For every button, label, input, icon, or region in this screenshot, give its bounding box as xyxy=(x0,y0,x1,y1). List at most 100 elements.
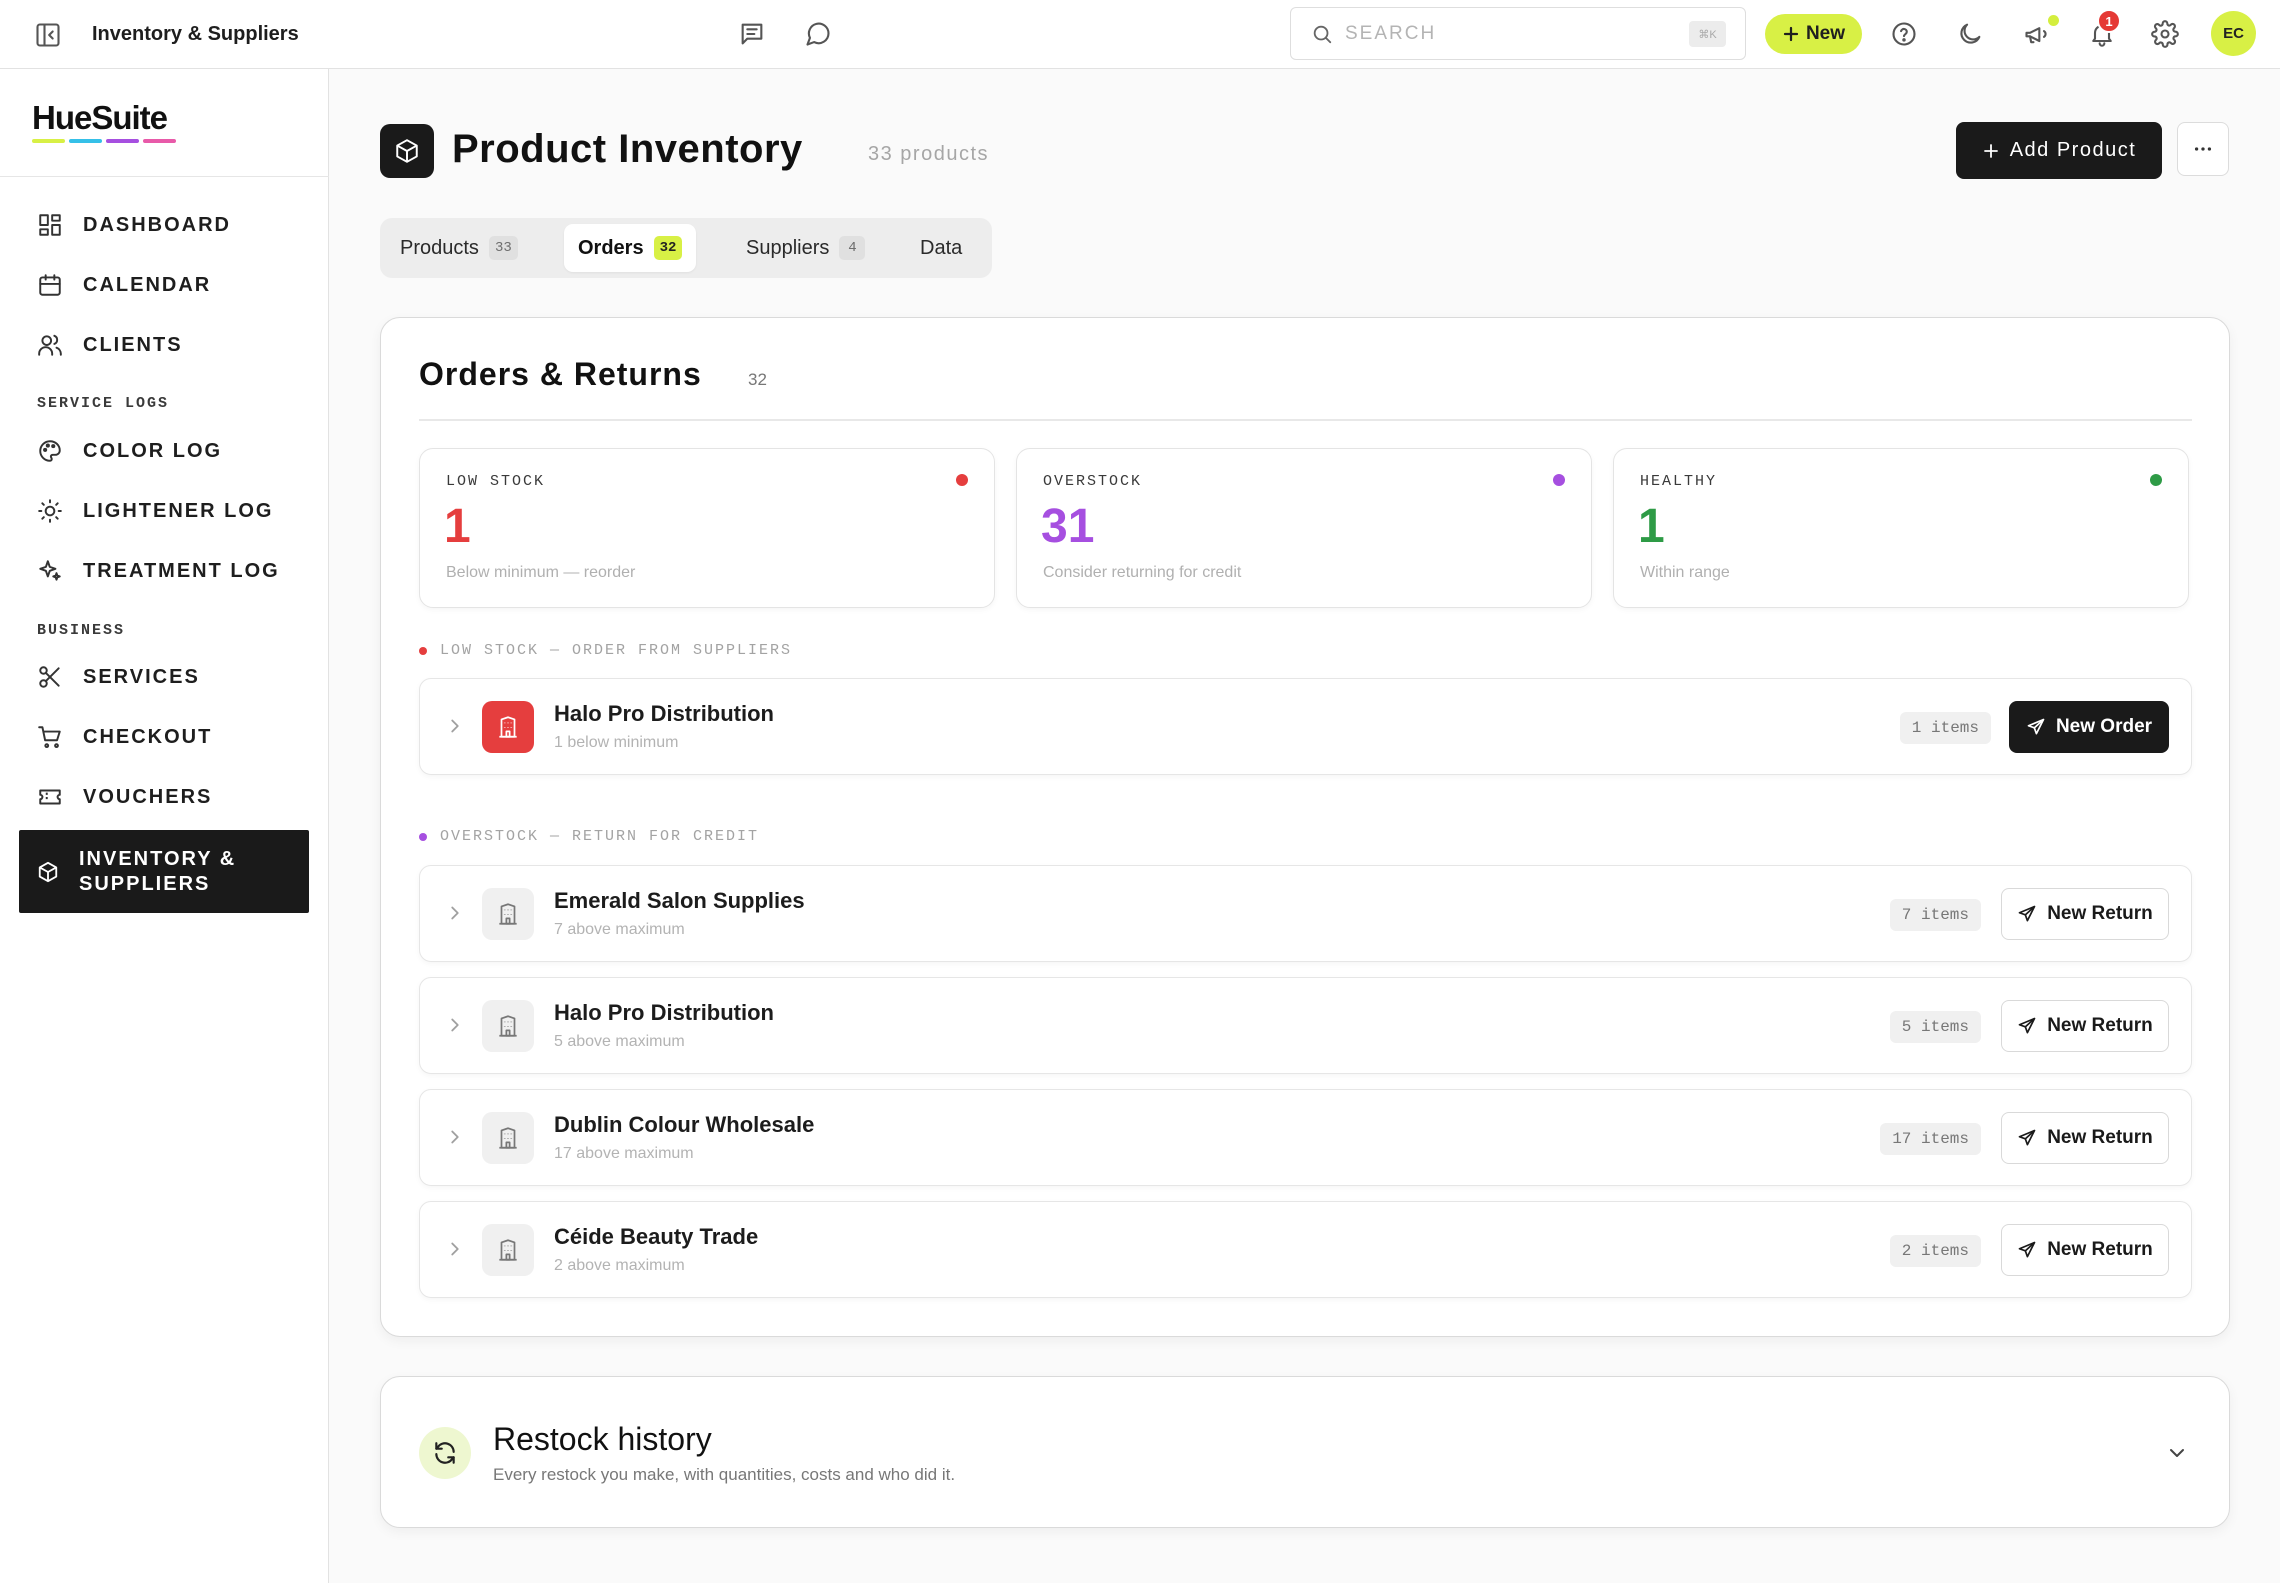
group-label-overstock: OVERSTOCK — RETURN FOR CREDIT xyxy=(419,828,759,845)
sidebar-item-vouchers[interactable]: VOUCHERS xyxy=(19,772,309,822)
restock-title: Restock history xyxy=(493,1421,712,1457)
tab-products[interactable]: Products 33 xyxy=(386,224,532,272)
chat-icon[interactable] xyxy=(803,19,833,49)
gear-icon[interactable] xyxy=(2150,19,2180,49)
supplier-name: Emerald Salon Supplies xyxy=(554,888,805,913)
help-icon[interactable] xyxy=(1889,19,1919,49)
tab-bar: Products 33 Orders 32 Suppliers 4 Data xyxy=(380,218,992,278)
supplier-row[interactable]: Emerald Salon Supplies 7 above maximum 7… xyxy=(419,865,2192,962)
new-return-button[interactable]: New Return xyxy=(2001,1112,2169,1164)
new-button[interactable]: New xyxy=(1765,14,1862,54)
send-icon xyxy=(2017,1240,2037,1260)
tab-orders[interactable]: Orders 32 xyxy=(564,224,697,272)
messages-icon[interactable] xyxy=(737,19,767,49)
announcement-dot xyxy=(2048,15,2059,26)
add-product-label: Add Product xyxy=(2009,139,2137,161)
restock-history-panel[interactable]: Restock history Every restock you make, … xyxy=(380,1376,2230,1528)
supplier-row[interactable]: Halo Pro Distribution 1 below minimum 1 … xyxy=(419,678,2192,775)
status-dot xyxy=(956,474,968,486)
section-count: 32 xyxy=(748,370,767,389)
stat-value: 1 xyxy=(1638,500,1665,553)
tab-label: Orders xyxy=(578,236,644,259)
stat-value: 31 xyxy=(1041,500,1095,553)
sidebar-item-color-log[interactable]: COLOR LOG xyxy=(19,426,309,476)
send-icon xyxy=(2017,1016,2037,1036)
sidebar-item-lightener-log[interactable]: LIGHTENER LOG xyxy=(19,486,309,536)
search-shortcut: ⌘K xyxy=(1689,21,1726,47)
top-bar: Inventory & Suppliers SEARCH ⌘K New 1 EC xyxy=(0,0,2280,69)
button-label: New Return xyxy=(2047,1239,2153,1260)
product-inventory-icon xyxy=(380,124,434,178)
supplier-row[interactable]: Dublin Colour Wholesale 17 above maximum… xyxy=(419,1089,2192,1186)
building-icon xyxy=(482,1112,534,1164)
supplier-row[interactable]: Céide Beauty Trade 2 above maximum 2 ite… xyxy=(419,1201,2192,1298)
sidebar-item-label: CHECKOUT xyxy=(83,725,213,748)
tab-data[interactable]: Data xyxy=(906,224,976,272)
tab-label: Products xyxy=(400,236,479,259)
stat-card-low-stock[interactable]: LOW STOCK 1 Below minimum — reorder xyxy=(419,448,995,608)
page-title: Product Inventory xyxy=(452,127,803,171)
avatar[interactable]: EC xyxy=(2211,11,2256,56)
status-dot xyxy=(419,832,427,841)
group-label-low-stock: LOW STOCK — ORDER FROM SUPPLIERS xyxy=(419,642,792,659)
new-return-button[interactable]: New Return xyxy=(2001,1000,2169,1052)
sidebar-item-treatment-log[interactable]: TREATMENT LOG xyxy=(19,546,309,596)
sidebar-item-inventory-suppliers[interactable]: INVENTORY & SUPPLIERS xyxy=(19,830,309,913)
chevron-right-icon[interactable] xyxy=(444,1238,466,1260)
orders-returns-card: Orders & Returns 32 LOW STOCK 1 Below mi… xyxy=(380,317,2230,1337)
product-count: 33 products xyxy=(868,143,990,165)
items-count-badge: 17 items xyxy=(1880,1123,1981,1155)
chevron-right-icon[interactable] xyxy=(444,715,466,737)
new-order-button[interactable]: New Order xyxy=(2009,701,2169,753)
new-return-button[interactable]: New Return xyxy=(2001,1224,2169,1276)
logo[interactable]: HueSuite xyxy=(32,101,176,143)
sidebar-item-label: COLOR LOG xyxy=(83,439,223,462)
sidebar-item-label: VOUCHERS xyxy=(83,785,213,808)
moon-icon[interactable] xyxy=(1955,19,1985,49)
sidebar-item-services[interactable]: SERVICES xyxy=(19,652,309,702)
group-label-text: LOW STOCK — ORDER FROM SUPPLIERS xyxy=(440,642,793,659)
stat-card-healthy[interactable]: HEALTHY 1 Within range xyxy=(1613,448,2189,608)
building-icon xyxy=(482,1000,534,1052)
chevron-right-icon[interactable] xyxy=(444,1126,466,1148)
new-return-button[interactable]: New Return xyxy=(2001,888,2169,940)
calendar-icon xyxy=(37,272,63,298)
tab-label: Suppliers xyxy=(746,236,830,259)
stat-value: 1 xyxy=(444,500,471,553)
sidebar-item-label: CALENDAR xyxy=(83,273,212,296)
supplier-status: 5 above maximum xyxy=(554,1033,685,1050)
sidebar-item-calendar[interactable]: CALENDAR xyxy=(19,260,309,310)
stat-description: Consider returning for credit xyxy=(1043,564,1242,581)
logo-color-bars xyxy=(32,139,176,143)
sidebar-toggle-icon[interactable] xyxy=(34,21,62,49)
button-label: New Order xyxy=(2055,716,2153,737)
send-icon xyxy=(2017,1128,2037,1148)
building-icon xyxy=(482,888,534,940)
sidebar-item-label: CLIENTS xyxy=(83,333,183,356)
supplier-row[interactable]: Halo Pro Distribution 5 above maximum 5 … xyxy=(419,977,2192,1074)
supplier-name: Halo Pro Distribution xyxy=(554,1000,774,1025)
sidebar-item-clients[interactable]: CLIENTS xyxy=(19,320,309,370)
megaphone-icon[interactable] xyxy=(2022,19,2052,49)
tab-suppliers[interactable]: Suppliers 4 xyxy=(732,224,879,272)
items-count-badge: 2 items xyxy=(1889,1235,1981,1267)
items-count-badge: 5 items xyxy=(1889,1011,1981,1043)
stat-description: Within range xyxy=(1640,564,1730,581)
supplier-status: 17 above maximum xyxy=(554,1145,694,1162)
chevron-right-icon[interactable] xyxy=(444,1014,466,1036)
stat-description: Below minimum — reorder xyxy=(446,564,636,581)
sidebar-item-label: SERVICES xyxy=(83,665,200,688)
section-business: BUSINESS xyxy=(37,622,126,639)
search-icon xyxy=(1311,23,1333,45)
group-label-text: OVERSTOCK — RETURN FOR CREDIT xyxy=(440,828,760,845)
palette-icon xyxy=(37,438,63,464)
chevron-down-icon[interactable] xyxy=(2165,1441,2189,1465)
stat-card-overstock[interactable]: OVERSTOCK 31 Consider returning for cred… xyxy=(1016,448,1592,608)
sun-icon xyxy=(37,498,63,524)
sidebar-item-checkout[interactable]: CHECKOUT xyxy=(19,712,309,762)
search-input[interactable]: SEARCH ⌘K xyxy=(1290,7,1746,60)
add-product-button[interactable]: Add Product xyxy=(1956,122,2162,179)
sidebar-item-dashboard[interactable]: DASHBOARD xyxy=(19,200,309,250)
more-options-button[interactable] xyxy=(2177,122,2229,176)
chevron-right-icon[interactable] xyxy=(444,902,466,924)
